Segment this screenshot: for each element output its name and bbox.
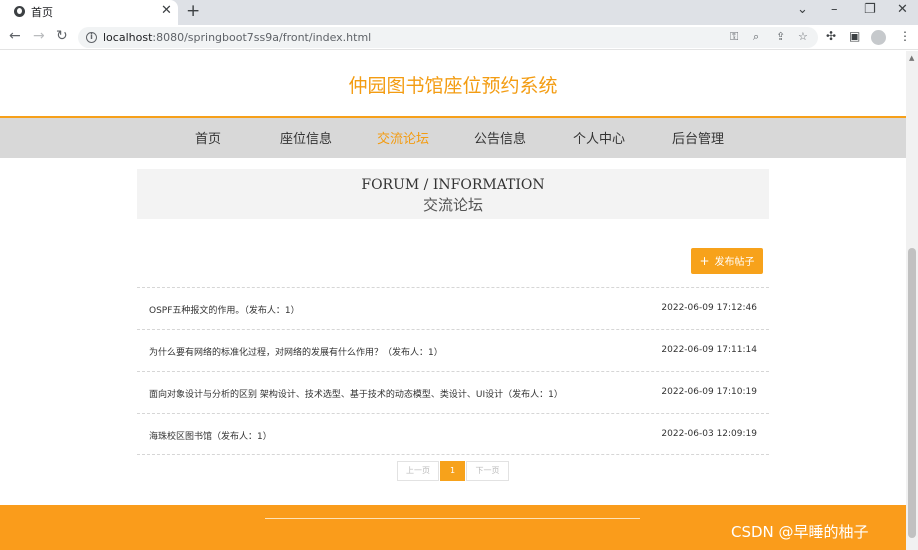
page-viewport: 仲园图书馆座位预约系统 首页 座位信息 交流论坛 公告信息 个人中心 后台管理 … (0, 51, 906, 550)
window-close-icon[interactable]: ✕ (897, 2, 908, 17)
scrollbar-thumb[interactable] (908, 248, 916, 538)
post-title[interactable]: 为什么要有网络的标准化过程，对网络的发展有什么作用？（发布人：1） (149, 345, 443, 358)
post-title[interactable]: OSPF五种报文的作用。（发布人：1） (149, 303, 300, 316)
next-page-button[interactable]: 下一页 (466, 461, 509, 481)
side-panel-icon[interactable]: ▣ (849, 29, 860, 43)
restore-icon[interactable]: ❐ (864, 2, 876, 17)
post-title[interactable]: 海珠校区图书馆（发布人：1） (149, 429, 272, 442)
section-title-cn: 交流论坛 (422, 196, 483, 214)
prev-page-button[interactable]: 上一页 (397, 461, 439, 481)
tab-search-icon[interactable]: ⌄ (797, 2, 808, 17)
post-date: 2022-06-09 17:12:46 (661, 303, 757, 313)
post-date: 2022-06-09 17:10:19 (661, 387, 757, 397)
publish-post-button[interactable]: + 发布帖子 (691, 248, 763, 274)
reload-icon[interactable]: ↻ (56, 28, 68, 44)
new-tab-icon[interactable]: + (186, 1, 200, 21)
info-icon[interactable]: i (86, 32, 97, 43)
bookmark-star-icon[interactable]: ☆ (798, 30, 808, 43)
forward-icon[interactable]: → (33, 28, 45, 44)
plus-icon: + (699, 254, 710, 268)
url-text[interactable]: localhost:8080/springboot7ss9a/front/ind… (103, 31, 371, 44)
page-scrollbar[interactable]: ▲ (906, 51, 918, 550)
watermark: CSDN @早睡的柚子 (731, 523, 869, 541)
publish-post-label: 发布帖子 (714, 257, 755, 268)
post-date: 2022-06-09 17:11:14 (661, 345, 757, 355)
menu-icon[interactable]: ⋮ (899, 29, 911, 43)
address-bar[interactable]: i localhost:8080/springboot7ss9a/front/i… (78, 27, 818, 48)
browser-tab-strip: 首页 ✕ + ⌄ – ❐ ✕ (0, 0, 918, 25)
browser-tab[interactable]: 首页 ✕ (0, 0, 178, 25)
nav-item-seats[interactable]: 座位信息 (280, 128, 332, 147)
site-title-text: 仲园图书馆座位预约系统 (348, 75, 558, 97)
list-item[interactable]: 面向对象设计与分析的区别 架构设计、技术选型、基于技术的动态模型、类设计、UI设… (137, 371, 769, 413)
nav-item-notices[interactable]: 公告信息 (474, 128, 526, 147)
post-list: OSPF五种报文的作用。（发布人：1） 2022-06-09 17:12:46 … (137, 287, 769, 455)
back-icon[interactable]: ← (9, 28, 21, 44)
page-1-button[interactable]: 1 (440, 461, 465, 481)
list-item[interactable]: OSPF五种报文的作用。（发布人：1） 2022-06-09 17:12:46 (137, 287, 769, 329)
nav-item-profile[interactable]: 个人中心 (573, 128, 625, 147)
footer-divider (265, 518, 640, 519)
nav-item-forum[interactable]: 交流论坛 (377, 128, 429, 147)
zoom-icon[interactable]: ⌕ (753, 30, 759, 44)
tab-title: 首页 (31, 6, 53, 19)
globe-icon (14, 6, 25, 17)
site-title: 仲园图书馆座位预约系统 (0, 71, 806, 98)
key-icon[interactable]: ⚿ (730, 30, 738, 44)
section-header: FORUM / INFORMATION 交流论坛 (137, 169, 769, 219)
profile-avatar-icon[interactable] (871, 30, 886, 45)
main-nav: 首页 座位信息 交流论坛 公告信息 个人中心 后台管理 (0, 116, 906, 158)
scroll-up-arrow-icon[interactable]: ▲ (909, 54, 914, 62)
section-title-en: FORUM / INFORMATION (361, 177, 545, 193)
browser-toolbar: ← → ↻ i localhost:8080/springboot7ss9a/f… (0, 25, 918, 50)
url-host: localhost (103, 31, 153, 44)
post-title[interactable]: 面向对象设计与分析的区别 架构设计、技术选型、基于技术的动态模型、类设计、UI设… (149, 387, 563, 400)
tab-close-icon[interactable]: ✕ (161, 3, 172, 18)
list-item[interactable]: 海珠校区图书馆（发布人：1） 2022-06-03 12:09:19 (137, 413, 769, 455)
minimize-icon[interactable]: – (831, 2, 838, 17)
share-icon[interactable]: ⇪ (776, 30, 785, 43)
post-date: 2022-06-03 12:09:19 (661, 429, 757, 439)
extensions-icon[interactable]: ✣ (826, 29, 836, 43)
list-item[interactable]: 为什么要有网络的标准化过程，对网络的发展有什么作用？（发布人：1） 2022-0… (137, 329, 769, 371)
nav-item-admin[interactable]: 后台管理 (672, 128, 724, 147)
url-path: :8080/springboot7ss9a/front/index.html (152, 31, 372, 44)
nav-item-home[interactable]: 首页 (195, 128, 221, 147)
